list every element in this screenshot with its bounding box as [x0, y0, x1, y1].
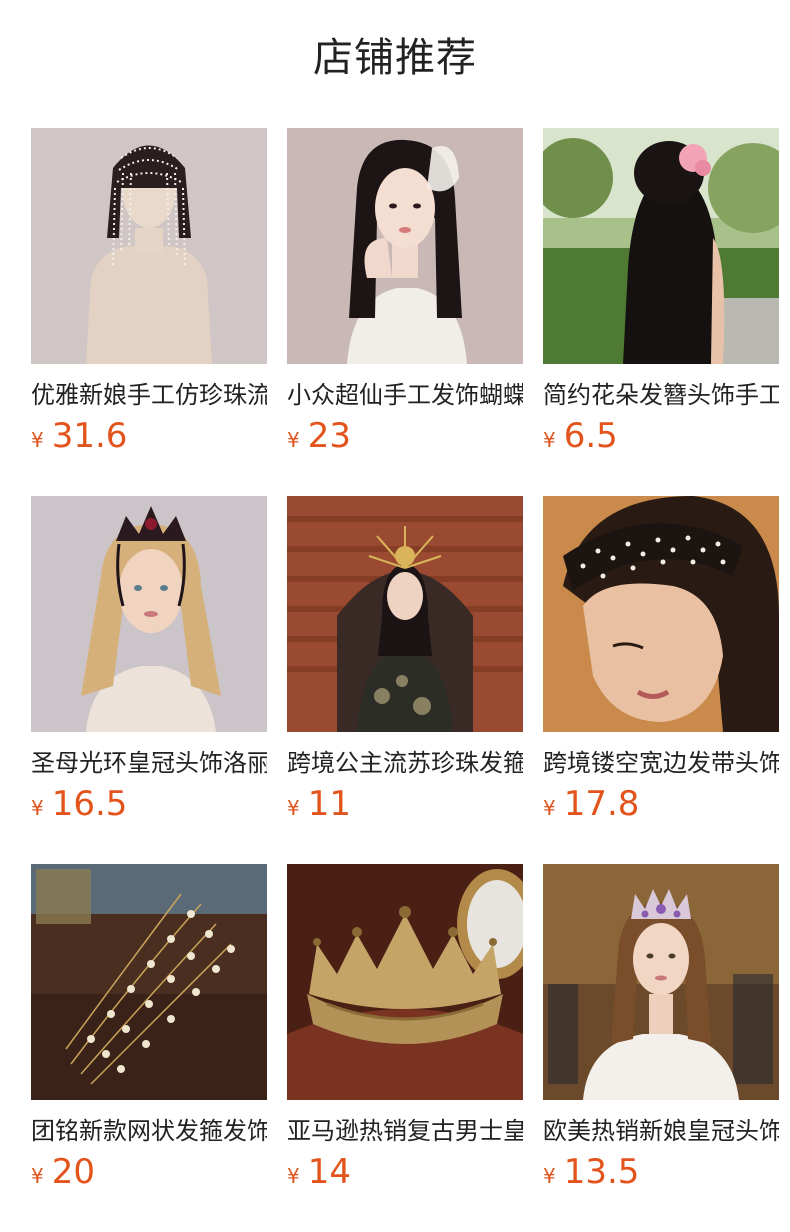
currency-symbol: ¥	[543, 796, 556, 820]
product-price: ¥ 11	[287, 784, 523, 824]
currency-symbol: ¥	[31, 428, 44, 452]
product-title[interactable]: 跨境公主流苏珍珠发箍	[287, 744, 523, 782]
product-image[interactable]	[543, 128, 779, 364]
product-card[interactable]: 简约花朵发簪头饰手工 ¥ 6.5	[543, 128, 779, 456]
currency-symbol: ¥	[543, 1164, 556, 1188]
section-title: 店铺推荐	[313, 35, 477, 81]
product-card[interactable]: 小众超仙手工发饰蝴蝶结 ¥ 23	[287, 128, 523, 456]
product-card[interactable]: 亚马逊热销复古男士皇冠 ¥ 14	[287, 864, 523, 1192]
product-image[interactable]	[31, 128, 267, 364]
product-price: ¥ 13.5	[543, 1152, 779, 1192]
price-value: 11	[307, 784, 351, 824]
product-title[interactable]: 圣母光环皇冠头饰洛丽塔	[31, 744, 267, 782]
product-title[interactable]: 亚马逊热销复古男士皇冠	[287, 1112, 523, 1150]
product-grid: 优雅新娘手工仿珍珠流苏 ¥ 31.6 小众超仙手工发饰蝴蝶结 ¥	[0, 120, 790, 1232]
price-value: 23	[307, 416, 351, 456]
product-price: ¥ 17.8	[543, 784, 779, 824]
price-value: 14	[307, 1152, 351, 1192]
product-image[interactable]	[287, 496, 523, 732]
product-title[interactable]: 跨境镂空宽边发带头饰	[543, 744, 779, 782]
product-price: ¥ 23	[287, 416, 523, 456]
currency-symbol: ¥	[31, 1164, 44, 1188]
currency-symbol: ¥	[287, 796, 300, 820]
product-card[interactable]: 跨境公主流苏珍珠发箍 ¥ 11	[287, 496, 523, 824]
product-image[interactable]	[31, 496, 267, 732]
currency-symbol: ¥	[543, 428, 556, 452]
product-image[interactable]	[31, 864, 267, 1100]
product-card[interactable]: 跨境镂空宽边发带头饰 ¥ 17.8	[543, 496, 779, 824]
price-value: 17.8	[563, 784, 640, 824]
product-card[interactable]: 欧美热销新娘皇冠头饰 ¥ 13.5	[543, 864, 779, 1192]
product-image[interactable]	[543, 864, 779, 1100]
product-price: ¥ 16.5	[31, 784, 267, 824]
currency-symbol: ¥	[287, 428, 300, 452]
product-image[interactable]	[543, 496, 779, 732]
product-image[interactable]	[287, 864, 523, 1100]
product-price: ¥ 31.6	[31, 416, 267, 456]
price-value: 31.6	[51, 416, 128, 456]
price-value: 20	[51, 1152, 95, 1192]
product-price: ¥ 20	[31, 1152, 267, 1192]
product-title[interactable]: 欧美热销新娘皇冠头饰	[543, 1112, 779, 1150]
header: 店铺推荐	[0, 0, 790, 120]
product-title[interactable]: 小众超仙手工发饰蝴蝶结	[287, 376, 523, 414]
product-price: ¥ 6.5	[543, 416, 779, 456]
product-price: ¥ 14	[287, 1152, 523, 1192]
currency-symbol: ¥	[287, 1164, 300, 1188]
price-value: 13.5	[563, 1152, 640, 1192]
product-title[interactable]: 简约花朵发簪头饰手工	[543, 376, 779, 414]
price-value: 16.5	[51, 784, 128, 824]
price-value: 6.5	[563, 416, 618, 456]
product-title[interactable]: 团铭新款网状发箍发饰	[31, 1112, 267, 1150]
currency-symbol: ¥	[31, 796, 44, 820]
product-card[interactable]: 团铭新款网状发箍发饰 ¥ 20	[31, 864, 267, 1192]
product-card[interactable]: 圣母光环皇冠头饰洛丽塔 ¥ 16.5	[31, 496, 267, 824]
product-image[interactable]	[287, 128, 523, 364]
product-card[interactable]: 优雅新娘手工仿珍珠流苏 ¥ 31.6	[31, 128, 267, 456]
product-title[interactable]: 优雅新娘手工仿珍珠流苏	[31, 376, 267, 414]
